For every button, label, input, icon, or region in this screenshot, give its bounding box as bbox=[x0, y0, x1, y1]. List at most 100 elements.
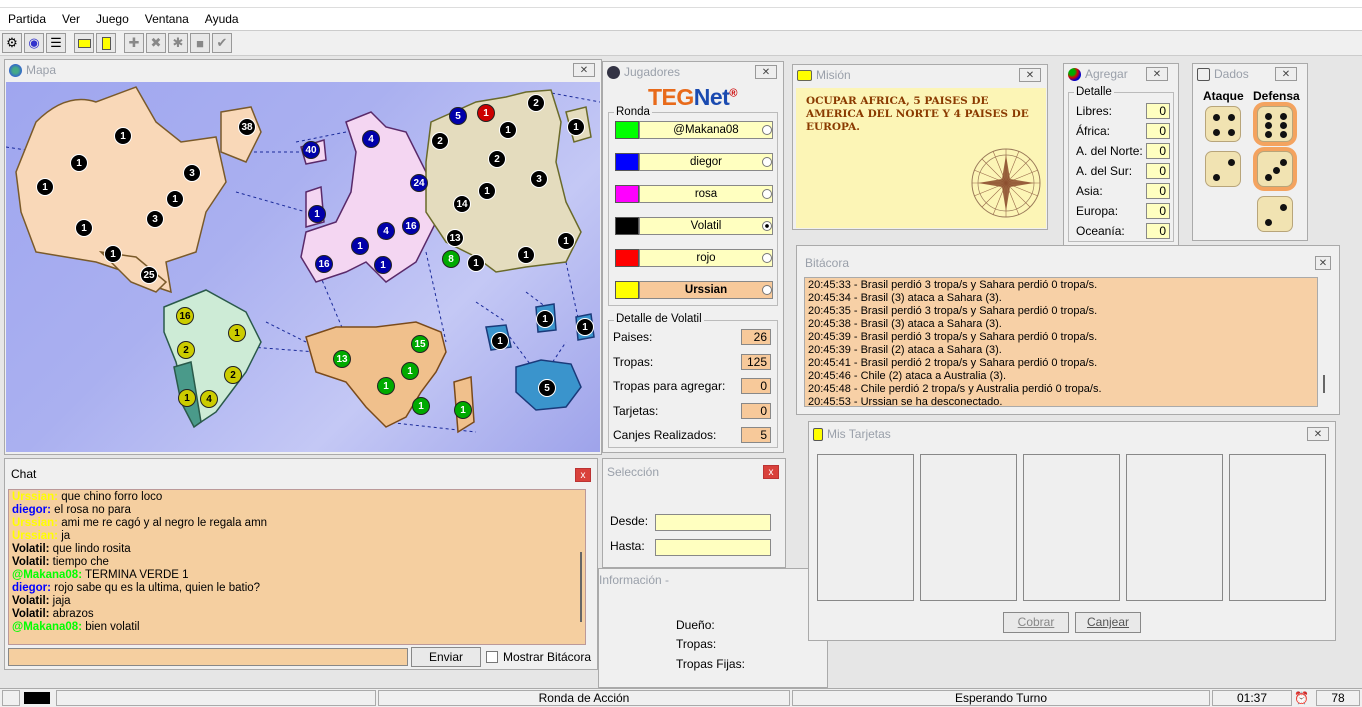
army-marker[interactable]: 40 bbox=[302, 141, 320, 159]
card-yellow-icon[interactable] bbox=[74, 33, 94, 53]
menu-juego[interactable]: Juego bbox=[88, 12, 137, 26]
army-marker[interactable]: 1 bbox=[374, 256, 392, 274]
to-field[interactable] bbox=[655, 539, 771, 556]
army-marker[interactable]: 1 bbox=[166, 190, 184, 208]
army-marker[interactable]: 4 bbox=[362, 130, 380, 148]
player-radio[interactable] bbox=[762, 221, 772, 231]
army-marker[interactable]: 3 bbox=[146, 210, 164, 228]
army-marker[interactable]: 1 bbox=[536, 310, 554, 328]
army-marker[interactable]: 1 bbox=[104, 245, 122, 263]
player-row[interactable]: rojo bbox=[615, 249, 773, 267]
army-marker[interactable]: 1 bbox=[412, 397, 430, 415]
list-icon[interactable]: ☰ bbox=[46, 33, 66, 53]
globe-icon[interactable]: ◉ bbox=[24, 33, 44, 53]
army-marker[interactable]: 1 bbox=[401, 362, 419, 380]
army-marker[interactable]: 16 bbox=[315, 255, 333, 273]
army-marker[interactable]: 2 bbox=[177, 341, 195, 359]
player-row[interactable]: diegor bbox=[615, 153, 773, 171]
army-marker[interactable]: 1 bbox=[114, 127, 132, 145]
army-marker[interactable]: 1 bbox=[377, 377, 395, 395]
army-marker[interactable]: 1 bbox=[557, 232, 575, 250]
army-marker[interactable]: 38 bbox=[238, 118, 256, 136]
menu-ayuda[interactable]: Ayuda bbox=[197, 12, 247, 26]
card-icon[interactable] bbox=[96, 33, 116, 53]
army-marker[interactable]: 8 bbox=[442, 250, 460, 268]
close-icon[interactable]: ✕ bbox=[1146, 67, 1168, 81]
army-marker[interactable]: 1 bbox=[477, 104, 495, 122]
log-scrollbar[interactable] bbox=[1323, 375, 1325, 393]
regroup-icon[interactable]: ✱ bbox=[168, 33, 188, 53]
army-marker[interactable]: 14 bbox=[453, 195, 471, 213]
army-marker[interactable]: 1 bbox=[567, 118, 585, 136]
card-slot[interactable] bbox=[920, 454, 1017, 601]
army-marker[interactable]: 1 bbox=[499, 121, 517, 139]
chat-input[interactable] bbox=[8, 648, 408, 666]
close-icon[interactable]: ✕ bbox=[1307, 427, 1329, 441]
close-icon[interactable]: x bbox=[763, 465, 779, 479]
show-log-checkbox[interactable] bbox=[486, 651, 498, 663]
army-marker[interactable]: 5 bbox=[538, 379, 556, 397]
army-marker[interactable]: 1 bbox=[478, 182, 496, 200]
army-marker[interactable]: 2 bbox=[431, 132, 449, 150]
player-row[interactable]: rosa bbox=[615, 185, 773, 203]
player-radio[interactable] bbox=[762, 253, 772, 263]
player-row[interactable]: Volatil bbox=[615, 217, 773, 235]
army-marker[interactable]: 16 bbox=[402, 217, 420, 235]
exchange-button[interactable]: Canjear bbox=[1075, 612, 1141, 633]
player-row[interactable]: @Makana08 bbox=[615, 121, 773, 139]
send-button[interactable]: Enviar bbox=[411, 647, 481, 667]
attack-icon[interactable]: ✖ bbox=[146, 33, 166, 53]
player-radio[interactable] bbox=[762, 125, 772, 135]
army-marker[interactable]: 3 bbox=[530, 170, 548, 188]
army-marker[interactable]: 1 bbox=[576, 318, 594, 336]
end-turn-icon[interactable]: ✔ bbox=[212, 33, 232, 53]
collect-button[interactable]: Cobrar bbox=[1003, 612, 1069, 633]
army-marker[interactable]: 1 bbox=[308, 205, 326, 223]
from-field[interactable] bbox=[655, 514, 771, 531]
card-slot[interactable] bbox=[1023, 454, 1120, 601]
army-marker[interactable]: 1 bbox=[467, 254, 485, 272]
player-radio[interactable] bbox=[762, 157, 772, 167]
menu-ver[interactable]: Ver bbox=[54, 12, 88, 26]
army-marker[interactable]: 16 bbox=[176, 307, 194, 325]
add-icon[interactable]: ✚ bbox=[124, 33, 144, 53]
cards-icon[interactable]: ■ bbox=[190, 33, 210, 53]
army-marker[interactable]: 1 bbox=[178, 389, 196, 407]
army-marker[interactable]: 2 bbox=[527, 94, 545, 112]
menu-partida[interactable]: Partida bbox=[0, 12, 54, 26]
close-icon[interactable]: ✕ bbox=[1315, 256, 1331, 270]
army-marker[interactable]: 25 bbox=[140, 266, 158, 284]
close-icon[interactable]: ✕ bbox=[1019, 68, 1041, 82]
army-marker[interactable]: 13 bbox=[446, 229, 464, 247]
close-icon[interactable]: x bbox=[575, 468, 591, 482]
army-marker[interactable]: 4 bbox=[200, 390, 218, 408]
menu-ventana[interactable]: Ventana bbox=[137, 12, 197, 26]
army-marker[interactable]: 2 bbox=[224, 366, 242, 384]
card-slot[interactable] bbox=[1126, 454, 1223, 601]
army-marker[interactable]: 1 bbox=[70, 154, 88, 172]
card-slot[interactable] bbox=[817, 454, 914, 601]
army-marker[interactable]: 2 bbox=[488, 150, 506, 168]
army-marker[interactable]: 24 bbox=[410, 174, 428, 192]
close-icon[interactable]: ✕ bbox=[1275, 67, 1297, 81]
army-marker[interactable]: 1 bbox=[351, 237, 369, 255]
connect-icon[interactable]: ⚙ bbox=[2, 33, 22, 53]
army-marker[interactable]: 1 bbox=[454, 401, 472, 419]
army-marker[interactable]: 3 bbox=[183, 164, 201, 182]
close-icon[interactable]: ✕ bbox=[755, 65, 777, 79]
army-marker[interactable]: 1 bbox=[517, 246, 535, 264]
world-map[interactable]: 1 38 1 1 3 1 3 1 1 25 40 4 1 24 1 4 16 16 1 5 1 2 1 2 2 1 1 3 14 13 8 1… bbox=[6, 82, 600, 452]
player-radio[interactable] bbox=[762, 189, 772, 199]
chat-scrollbar[interactable] bbox=[580, 552, 582, 622]
card-slot[interactable] bbox=[1229, 454, 1326, 601]
army-marker[interactable]: 4 bbox=[377, 222, 395, 240]
army-marker[interactable]: 1 bbox=[491, 332, 509, 350]
army-marker[interactable]: 1 bbox=[228, 324, 246, 342]
army-marker[interactable]: 15 bbox=[411, 335, 429, 353]
army-marker[interactable]: 13 bbox=[333, 350, 351, 368]
army-marker[interactable]: 1 bbox=[75, 219, 93, 237]
army-marker[interactable]: 1 bbox=[36, 178, 54, 196]
close-icon[interactable]: ✕ bbox=[573, 63, 595, 77]
player-radio[interactable] bbox=[762, 285, 772, 295]
player-row[interactable]: Urssian bbox=[615, 281, 773, 299]
